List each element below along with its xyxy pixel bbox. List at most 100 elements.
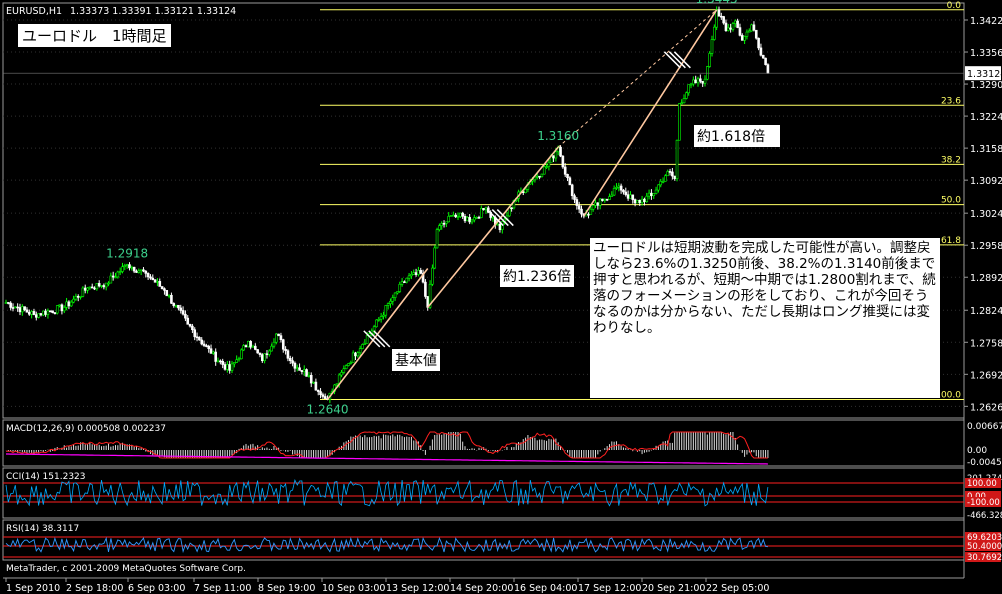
- candle-body: [132, 266, 136, 272]
- candle-body: [142, 269, 145, 272]
- candle-body: [619, 185, 623, 191]
- fibo-label: 38.2: [941, 155, 961, 165]
- candle-body: [403, 281, 406, 283]
- candle-body: [340, 372, 343, 376]
- candle: [156, 278, 159, 287]
- candle-body: [256, 349, 259, 354]
- candle-body: [212, 351, 215, 354]
- candle-body: [181, 310, 185, 315]
- candle: [622, 189, 625, 195]
- candle: [300, 370, 304, 375]
- candle: [393, 292, 397, 301]
- candle: [41, 310, 45, 317]
- candle: [682, 94, 686, 104]
- candle: [132, 266, 136, 274]
- candle-body: [167, 294, 171, 297]
- candle: [375, 319, 378, 328]
- candle-body: [654, 189, 658, 194]
- candle-body: [617, 185, 621, 188]
- candle: [323, 393, 327, 400]
- price-tick-label: 1.27580: [970, 338, 1002, 349]
- candle: [163, 287, 166, 295]
- candle-body: [733, 20, 737, 24]
- candle-body: [596, 202, 600, 206]
- candle-body: [726, 27, 730, 31]
- candle-body: [97, 283, 101, 287]
- candle-body: [456, 216, 460, 218]
- candle: [659, 178, 663, 188]
- candle-body: [547, 161, 551, 167]
- candle: [158, 278, 162, 287]
- candle: [575, 196, 579, 210]
- candle-body: [358, 348, 362, 354]
- candle: [577, 201, 581, 214]
- peak-label: 1.3160: [537, 129, 579, 143]
- candle: [354, 351, 357, 361]
- candle: [570, 183, 574, 200]
- candle: [128, 262, 131, 271]
- candle: [207, 344, 211, 353]
- candle: [184, 310, 187, 322]
- time-tick-label: 7 Sep 11:00: [194, 583, 251, 594]
- candle-body: [107, 282, 110, 285]
- candle-body: [559, 146, 562, 157]
- candle-body: [118, 271, 122, 273]
- candle-body: [65, 301, 68, 308]
- macd-tick: -0.0045: [967, 458, 1002, 468]
- candle-body: [382, 314, 385, 317]
- candle: [200, 337, 204, 346]
- candle-body: [750, 24, 753, 32]
- candle: [307, 371, 311, 378]
- candle: [270, 343, 273, 352]
- macd-label: MACD(12,26,9) 0.000508 0.002237: [6, 424, 166, 434]
- candle: [123, 263, 127, 271]
- candle: [652, 193, 656, 199]
- candle: [400, 277, 404, 287]
- candle-body: [580, 208, 583, 215]
- candle-body: [237, 358, 241, 361]
- candle-body: [414, 272, 418, 275]
- candle: [116, 270, 120, 279]
- candle: [726, 23, 730, 32]
- candle: [759, 43, 763, 57]
- candle: [60, 303, 64, 315]
- candle: [349, 360, 353, 365]
- candle-body: [116, 271, 120, 278]
- candle-body: [335, 383, 339, 386]
- candle: [265, 350, 269, 359]
- candle-body: [622, 189, 625, 193]
- candle-body: [566, 174, 569, 179]
- candle-body: [95, 283, 99, 290]
- candle: [379, 312, 383, 323]
- candle: [377, 317, 381, 322]
- candle-body: [260, 354, 264, 362]
- candle: [440, 221, 444, 230]
- peak-label: 1.2640: [307, 403, 349, 417]
- candle: [298, 363, 301, 371]
- candle-body: [351, 352, 355, 363]
- candle-body: [759, 47, 763, 56]
- candle-body: [274, 333, 278, 343]
- candle-body: [594, 202, 597, 206]
- candle-body: [60, 304, 64, 312]
- candle-body: [284, 348, 287, 352]
- time-tick-label: 8 Sep 19:00: [258, 583, 315, 594]
- candle-body: [754, 29, 758, 39]
- candle-body: [666, 171, 670, 177]
- candle: [107, 281, 110, 287]
- candle: [645, 192, 649, 203]
- rsi-line: [5, 536, 768, 554]
- candle: [594, 199, 597, 209]
- price-tick-label: 1.34220: [970, 16, 1002, 27]
- fibo-label: 23.6: [941, 96, 961, 106]
- candle-body: [664, 175, 667, 182]
- candle: [242, 343, 245, 352]
- candle: [636, 199, 639, 204]
- candle-body: [710, 39, 714, 54]
- candle-body: [74, 295, 78, 300]
- candle: [710, 35, 714, 57]
- candle-body: [7, 302, 10, 304]
- candle-body: [277, 333, 280, 336]
- candle-body: [477, 217, 481, 219]
- candle-body: [484, 207, 488, 211]
